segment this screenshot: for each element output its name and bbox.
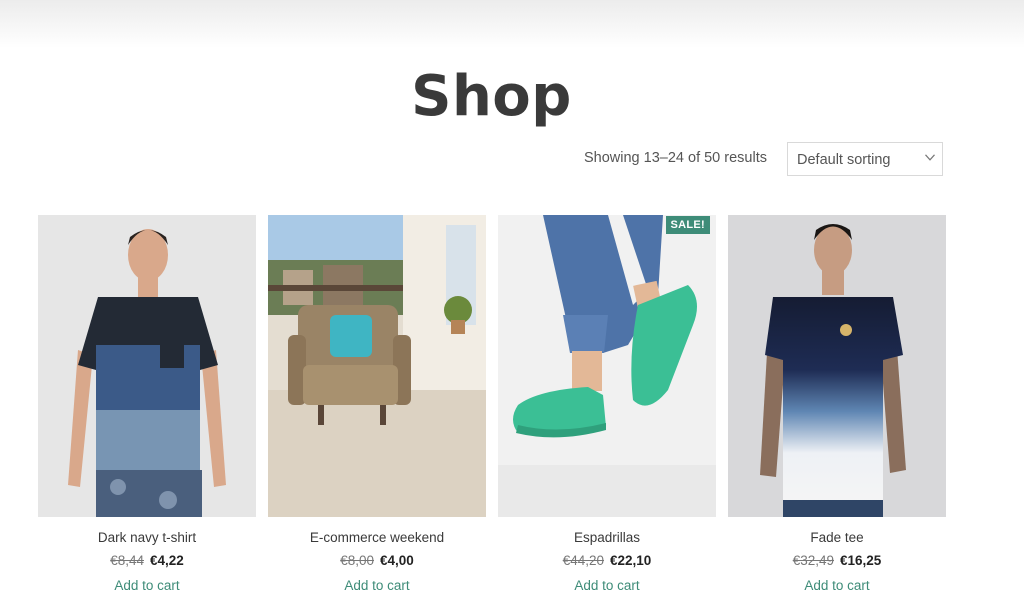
add-to-cart-button[interactable]: Add to cart bbox=[498, 578, 716, 593]
product-price: €44,20 €22,10 bbox=[498, 553, 716, 568]
product-price: €8,00 €4,00 bbox=[268, 553, 486, 568]
chevron-down-icon bbox=[925, 154, 935, 161]
sale-price: €4,00 bbox=[380, 553, 414, 568]
page-title: Shop bbox=[411, 63, 572, 129]
sort-select[interactable]: Default sorting bbox=[787, 142, 943, 176]
add-to-cart-button[interactable]: Add to cart bbox=[268, 578, 486, 593]
product-price: €8,44 €4,22 bbox=[38, 553, 256, 568]
product-name[interactable]: Dark navy t-shirt bbox=[38, 530, 256, 545]
add-to-cart-button[interactable]: Add to cart bbox=[728, 578, 946, 593]
old-price: €8,44 bbox=[110, 553, 144, 568]
sale-price: €4,22 bbox=[150, 553, 184, 568]
product-card: SALE! Espadrillas €44,20 €22,10 Add to ca… bbox=[498, 215, 716, 593]
product-image[interactable] bbox=[728, 215, 946, 517]
sale-badge: SALE! bbox=[665, 216, 710, 234]
header-shade bbox=[0, 0, 1024, 48]
product-name[interactable]: Espadrillas bbox=[498, 530, 716, 545]
sale-price: €16,25 bbox=[840, 553, 882, 568]
product-card: E-commerce weekend €8,00 €4,00 Add to car… bbox=[268, 215, 486, 593]
sort-select-value: Default sorting bbox=[797, 152, 891, 168]
product-card: Dark navy t-shirt €8,44 €4,22 Add to cart bbox=[38, 215, 256, 593]
sale-price: €22,10 bbox=[610, 553, 652, 568]
product-name[interactable]: E-commerce weekend bbox=[268, 530, 486, 545]
product-image[interactable] bbox=[38, 215, 256, 517]
product-image[interactable]: SALE! bbox=[498, 215, 716, 517]
product-card: Fade tee €32,49 €16,25 Add to cart bbox=[728, 215, 946, 593]
product-name[interactable]: Fade tee bbox=[728, 530, 946, 545]
old-price: €8,00 bbox=[340, 553, 374, 568]
old-price: €44,20 bbox=[562, 553, 604, 568]
product-image[interactable] bbox=[268, 215, 486, 517]
result-count: Showing 13–24 of 50 results bbox=[584, 150, 767, 166]
old-price: €32,49 bbox=[792, 553, 834, 568]
add-to-cart-button[interactable]: Add to cart bbox=[38, 578, 256, 593]
product-price: €32,49 €16,25 bbox=[728, 553, 946, 568]
